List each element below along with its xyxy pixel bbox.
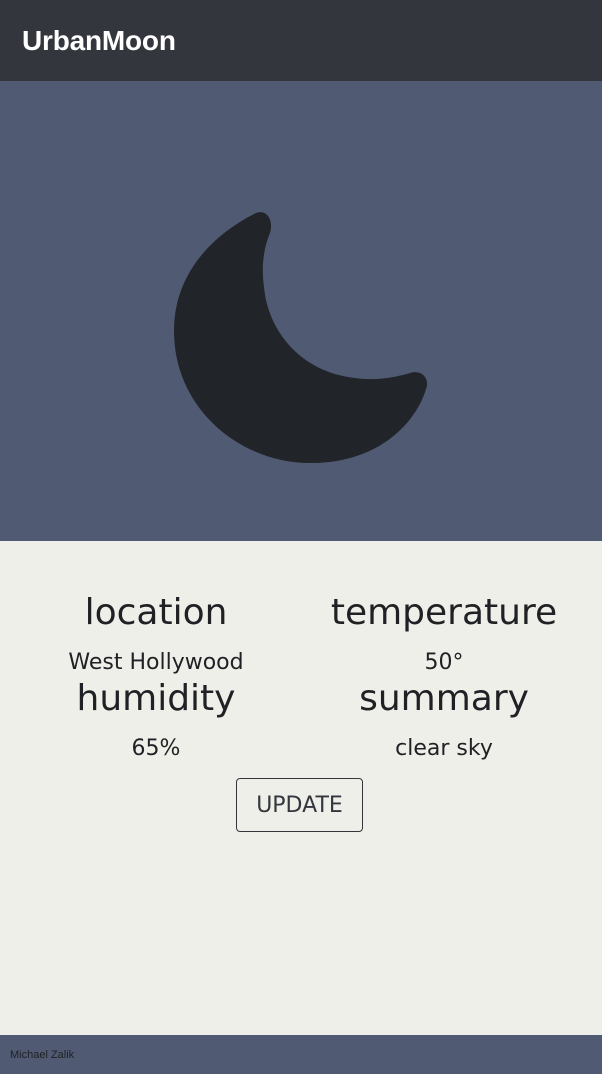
- humidity-value: 65%: [131, 736, 181, 761]
- summary-value: clear sky: [395, 736, 493, 761]
- temperature-label: temperature: [330, 592, 558, 633]
- humidity-label: humidity: [76, 678, 236, 719]
- location-label: location: [84, 592, 228, 633]
- footer: Michael Zalik: [0, 1035, 602, 1074]
- summary-label: summary: [359, 678, 529, 719]
- hero-panel: [0, 81, 602, 541]
- location-value: West Hollywood: [68, 650, 244, 675]
- temperature-value: 50°: [424, 650, 464, 675]
- weather-stats: location West Hollywood temperature 50° …: [0, 541, 602, 1035]
- moon-icon: [174, 212, 428, 464]
- brand-title[interactable]: UrbanMoon: [22, 24, 176, 58]
- app-root: UrbanMoon location West Hollywood temper…: [0, 0, 602, 1074]
- update-button[interactable]: UPDATE: [236, 778, 363, 832]
- navbar: UrbanMoon: [0, 0, 602, 81]
- footer-author: Michael Zalik: [10, 1049, 75, 1061]
